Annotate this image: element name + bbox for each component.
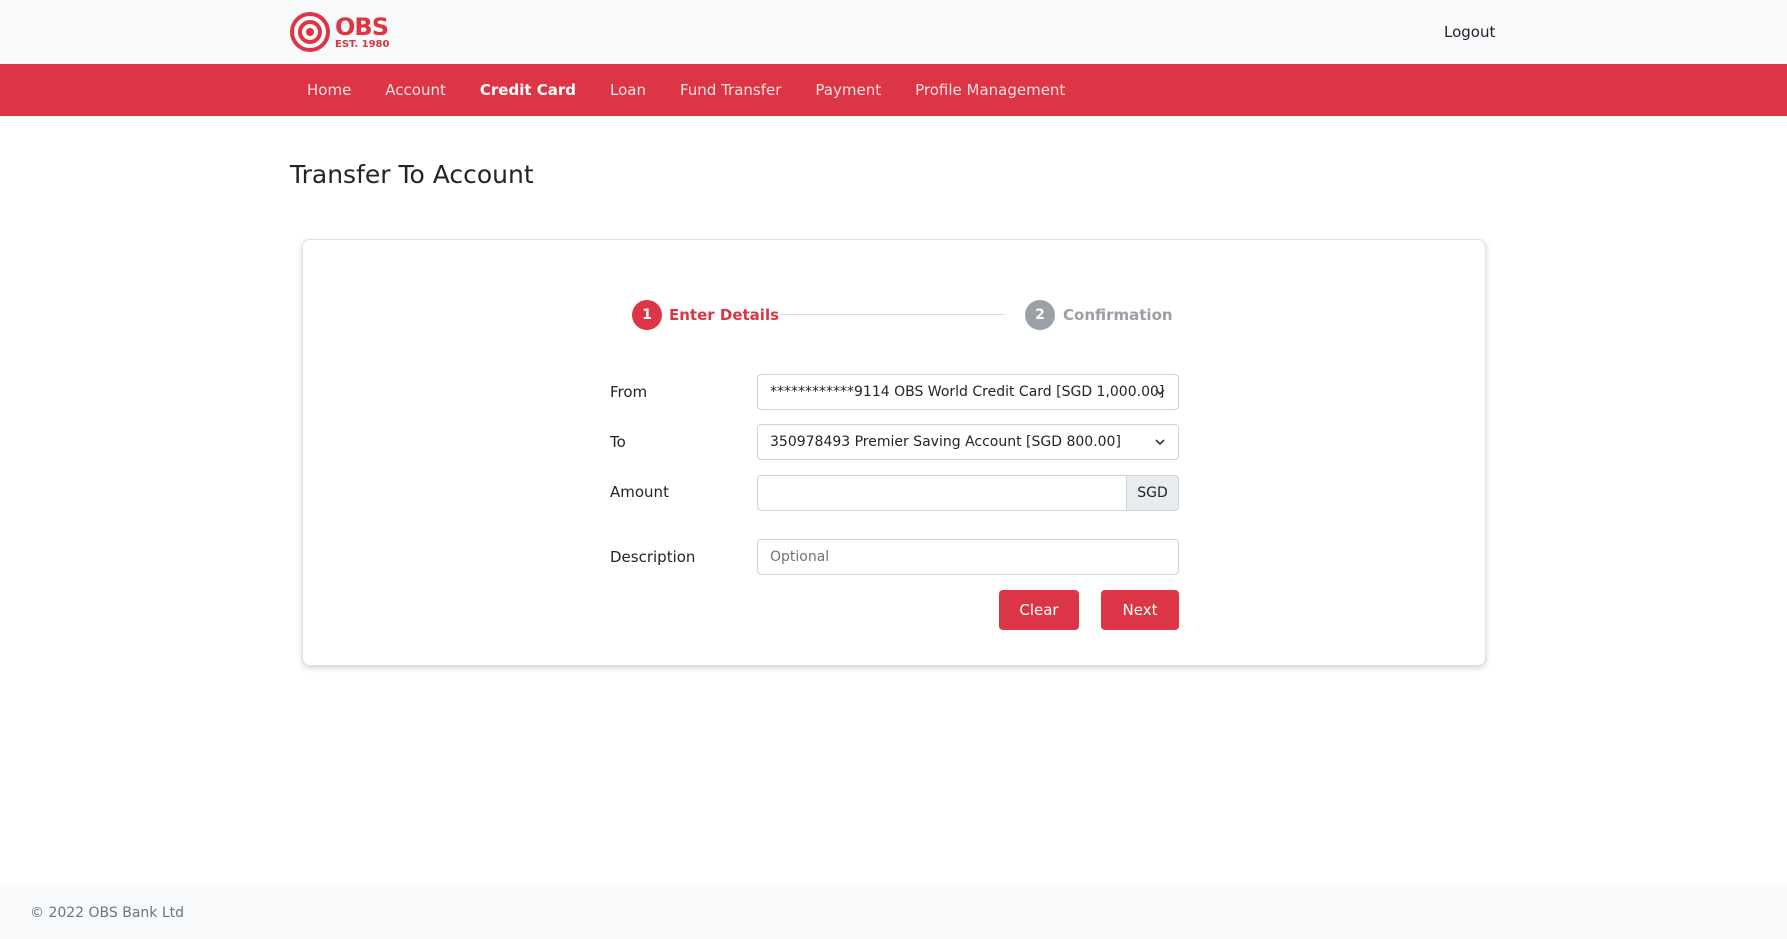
nav-item-fund-transfer[interactable]: Fund Transfer [663,64,798,116]
nav-item-profile-management[interactable]: Profile Management [898,64,1082,116]
description-input[interactable] [757,539,1179,575]
from-label: From [610,383,648,401]
logo-text: OBS EST. 1980 [335,15,389,50]
description-label: Description [610,548,696,566]
page-title: Transfer To Account [290,160,534,189]
brand-logo[interactable]: OBS EST. 1980 [290,11,390,53]
to-account-select[interactable]: 350978493 Premier Saving Account [SGD 80… [757,424,1179,460]
amount-input-group: SGD [757,475,1179,511]
amount-label: Amount [610,483,669,501]
footer-copyright: © 2022 OBS Bank Ltd [30,905,185,921]
amount-input[interactable] [757,475,1126,511]
nav-list: Home Account Credit Card Loan Fund Trans… [290,64,1082,116]
nav-item-loan[interactable]: Loan [593,64,663,116]
nav-item-payment[interactable]: Payment [798,64,898,116]
currency-addon: SGD [1126,475,1179,511]
clear-button[interactable]: Clear [999,590,1079,630]
step-connector [780,314,1005,315]
step-2-label: Confirmation [1063,306,1173,324]
logout-link[interactable]: Logout [1444,20,1495,44]
nav-item-home[interactable]: Home [290,64,368,116]
step-2-number: 2 [1025,300,1055,330]
to-account-value: 350978493 Premier Saving Account [SGD 80… [770,434,1121,450]
step-1-label: Enter Details [669,306,780,324]
chevron-down-icon [1155,439,1165,446]
step-1-number: 1 [632,300,662,330]
from-account-value: ************9114 OBS World Credit Card [… [770,384,1165,400]
footer: © 2022 OBS Bank Ltd [0,887,1787,939]
top-bar: OBS EST. 1980 Logout [0,0,1787,64]
next-button[interactable]: Next [1101,590,1179,630]
brand-established: EST. 1980 [335,38,390,50]
from-account-select[interactable]: ************9114 OBS World Credit Card [… [757,374,1179,410]
nav-item-credit-card[interactable]: Credit Card [463,64,593,116]
transfer-card: 1 Enter Details 2 Confirmation From ****… [302,239,1486,666]
main-nav: Home Account Credit Card Loan Fund Trans… [0,64,1787,116]
nav-item-account[interactable]: Account [368,64,463,116]
brand-name: OBS [335,12,389,41]
logo-mark-icon [290,12,330,52]
to-label: To [610,433,626,451]
chevron-down-icon [1155,389,1165,396]
